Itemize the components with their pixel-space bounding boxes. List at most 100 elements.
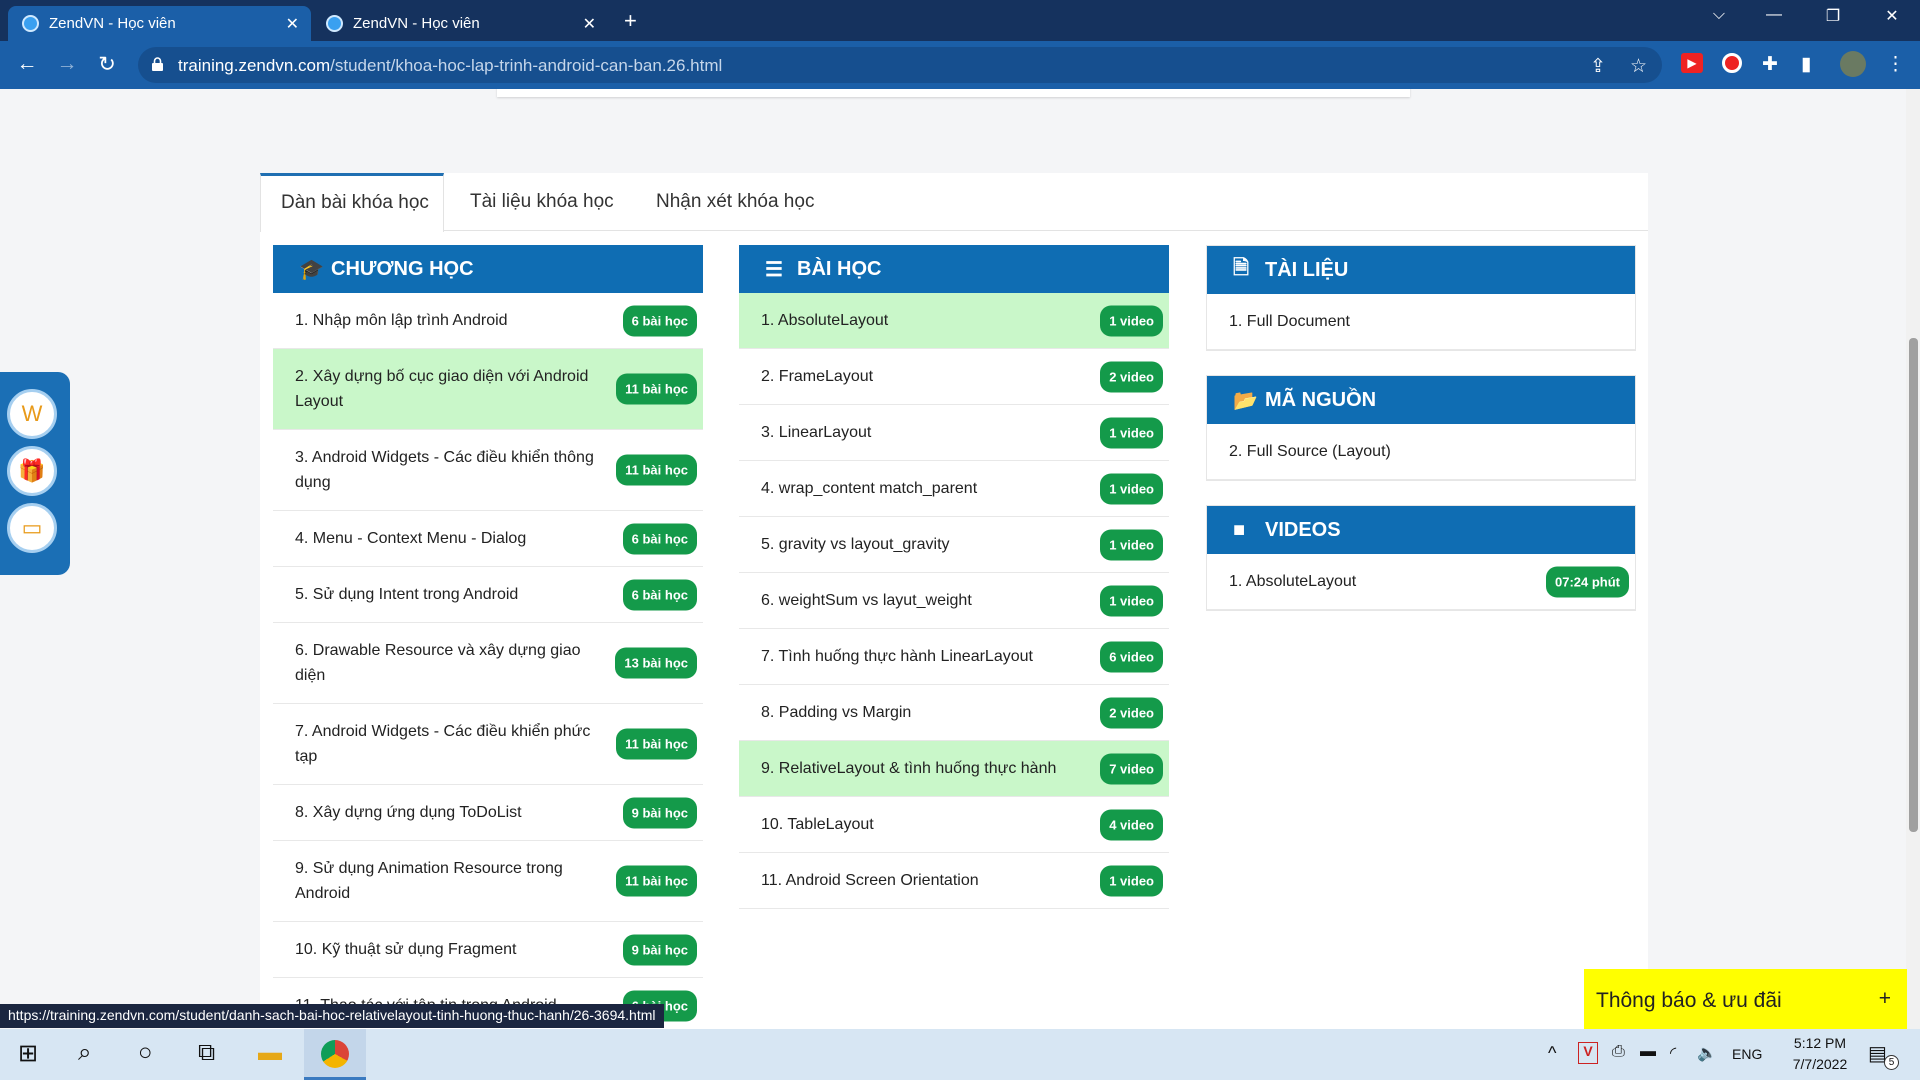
close-tab-icon[interactable]: ✕ <box>583 14 596 34</box>
lesson-item[interactable]: 7. Tình huống thực hành LinearLayout 6 vi… <box>739 629 1169 685</box>
folder-open-icon: 📂 <box>1233 389 1258 412</box>
lesson-label: 5. gravity vs layout_gravity <box>761 536 950 553</box>
lock-icon <box>152 57 163 71</box>
extension-red-icon[interactable]: ▶ <box>1681 53 1703 73</box>
chapter-item[interactable]: 5. Sử dụng Intent trong Android 6 bài học <box>273 567 703 623</box>
lesson-item[interactable]: 2. FrameLayout 2 video <box>739 349 1169 405</box>
meet-icon[interactable]: ⎙ <box>1612 1043 1625 1061</box>
new-tab-icon[interactable]: + <box>624 8 637 34</box>
lesson-item[interactable]: 3. LinearLayout 1 video <box>739 405 1169 461</box>
chapter-item[interactable]: 4. Menu - Context Menu - Dialog 6 bài học <box>273 511 703 567</box>
forward-icon[interactable]: → <box>54 52 80 76</box>
lessons-header: ☰ BÀI HỌC <box>739 245 1169 293</box>
record-extension-icon[interactable] <box>1722 53 1742 73</box>
lesson-item[interactable]: 5. gravity vs layout_gravity 1 video <box>739 517 1169 573</box>
lesson-label: 11. Android Screen Orientation <box>761 872 979 889</box>
cortana-icon[interactable]: ○ <box>138 1039 153 1067</box>
language-indicator[interactable]: ENG <box>1732 1046 1762 1062</box>
lesson-item[interactable]: 4. wrap_content match_parent 1 video <box>739 461 1169 517</box>
share-icon[interactable]: ⇪ <box>1590 55 1606 78</box>
tab-outline[interactable]: Dàn bài khóa học <box>260 173 444 232</box>
browser-tab-1[interactable]: ZendVN - Học viên ✕ <box>8 6 311 41</box>
video-count-badge: 1 video <box>1100 417 1163 448</box>
lesson-count-badge: 9 bài học <box>622 934 697 965</box>
file-explorer-icon[interactable]: ▬ <box>258 1039 282 1067</box>
chapter-label: 3. Android Widgets - Các điều khiển thôn… <box>295 449 594 491</box>
word-doc-icon[interactable]: W <box>7 389 57 439</box>
menu-dots-icon[interactable]: ⋮ <box>1886 53 1905 76</box>
tab-documents[interactable]: Tài liệu khóa học <box>470 173 614 231</box>
source-item[interactable]: 2. Full Source (Layout) <box>1207 424 1635 480</box>
notification-offer-bar[interactable]: Thông báo & ưu đãi + <box>1584 969 1907 1030</box>
profile-avatar[interactable] <box>1840 51 1866 77</box>
expand-plus-icon[interactable]: + <box>1879 987 1891 1011</box>
close-tab-icon[interactable]: ✕ <box>286 14 299 34</box>
wifi-icon[interactable]: ◜ <box>1670 1043 1676 1063</box>
chapter-label: 1. Nhập môn lập trình Android <box>295 312 508 329</box>
lesson-count-badge: 11 bài học <box>616 373 697 405</box>
chapter-item[interactable]: 10. Kỹ thuật sử dụng Fragment 9 bài học <box>273 922 703 978</box>
chapter-item[interactable]: 3. Android Widgets - Các điều khiển thôn… <box>273 430 703 511</box>
video-count-badge: 1 video <box>1100 585 1163 616</box>
volume-icon[interactable]: 🔈 <box>1697 1043 1717 1063</box>
minimize-icon[interactable]: — <box>1754 6 1794 24</box>
chapter-item[interactable]: 7. Android Widgets - Các điều khiển phức… <box>273 704 703 785</box>
browser-tab-2[interactable]: ZendVN - Học viên ✕ <box>312 6 608 41</box>
scrollbar-thumb[interactable] <box>1909 338 1918 832</box>
back-icon[interactable]: ← <box>14 52 40 76</box>
vietkey-icon[interactable]: V <box>1578 1042 1598 1064</box>
lesson-label: 10. TableLayout <box>761 816 874 833</box>
side-panel-icon[interactable]: ▮ <box>1801 53 1811 76</box>
documents-box: 🗎 TÀI LIỆU 1. Full Document <box>1206 245 1636 351</box>
lesson-item[interactable]: 11. Android Screen Orientation 1 video <box>739 853 1169 909</box>
gift-icon[interactable]: 🎁 <box>7 446 57 496</box>
notify-label: Thông báo & ưu đãi <box>1596 989 1782 1012</box>
tray-chevron-icon[interactable]: ^ <box>1548 1043 1556 1064</box>
lesson-count-badge: 6 bài học <box>622 579 697 610</box>
documents-header: 🗎 TÀI LIỆU <box>1207 246 1635 294</box>
videos-title: VIDEOS <box>1265 518 1341 541</box>
chapter-item[interactable]: 2. Xây dựng bố cục giao diện với Android… <box>273 349 703 430</box>
clock-date[interactable]: 7/7/2022 <box>1784 1056 1856 1072</box>
credit-card-icon[interactable]: ▭ <box>7 503 57 553</box>
notification-count: 5 <box>1884 1055 1899 1070</box>
tab-search-icon[interactable]: ⌵ <box>1699 6 1739 24</box>
video-item[interactable]: 1. AbsoluteLayout 07:24 phút <box>1207 554 1635 610</box>
extensions-puzzle-icon[interactable]: ✚ <box>1762 53 1778 76</box>
chapter-item[interactable]: 1. Nhập môn lập trình Android 6 bài học <box>273 293 703 349</box>
chapter-item[interactable]: 9. Sử dụng Animation Resource trong Andr… <box>273 841 703 922</box>
chrome-taskbar-button[interactable] <box>304 1029 366 1080</box>
top-card <box>497 89 1410 97</box>
lesson-item[interactable]: 8. Padding vs Margin 2 video <box>739 685 1169 741</box>
graduation-cap-icon: 🎓 <box>299 258 324 281</box>
battery-icon[interactable]: ▬ <box>1640 1043 1656 1061</box>
clock-time[interactable]: 5:12 PM <box>1784 1035 1856 1051</box>
videos-box: ■ VIDEOS 1. AbsoluteLayout 07:24 phút <box>1206 505 1636 611</box>
chapter-label: 5. Sử dụng Intent trong Android <box>295 586 519 603</box>
chapter-item[interactable]: 6. Drawable Resource và xây dựng giao di… <box>273 623 703 704</box>
windows-start-icon[interactable]: ⊞ <box>18 1039 38 1068</box>
tab-reviews[interactable]: Nhận xét khóa học <box>656 173 814 231</box>
status-url-bar: https://training.zendvn.com/student/danh… <box>0 1004 664 1028</box>
restore-icon[interactable]: ❐ <box>1813 6 1853 26</box>
chapter-item[interactable]: 8. Xây dựng ứng dụng ToDoList 9 bài học <box>273 785 703 841</box>
lesson-item[interactable]: 1. AbsoluteLayout 1 video <box>739 293 1169 349</box>
chapter-list: 1. Nhập môn lập trình Android 6 bài học 2.… <box>273 293 703 1029</box>
lesson-item[interactable]: 10. TableLayout 4 video <box>739 797 1169 853</box>
source-title: MÃ NGUỒN <box>1265 388 1377 411</box>
address-bar[interactable]: training.zendvn.com/student/khoa-hoc-lap… <box>138 47 1662 83</box>
document-item[interactable]: 1. Full Document <box>1207 294 1635 350</box>
close-window-icon[interactable]: ✕ <box>1872 6 1912 26</box>
search-icon[interactable]: ⌕ <box>78 1039 91 1067</box>
lesson-item[interactable]: 9. RelativeLayout & tình huống thực hành… <box>739 741 1169 797</box>
video-camera-icon: ■ <box>1233 518 1246 541</box>
chrome-icon <box>321 1040 349 1068</box>
reload-icon[interactable]: ↻ <box>94 52 120 77</box>
browser-titlebar: ZendVN - Học viên ✕ ZendVN - Học viên ✕ … <box>0 0 1920 41</box>
lesson-item[interactable]: 6. weightSum vs layut_weight 1 video <box>739 573 1169 629</box>
task-view-icon[interactable]: ⧉ <box>198 1039 215 1067</box>
bookmark-star-icon[interactable]: ☆ <box>1630 55 1647 78</box>
lesson-count-badge: 6 bài học <box>622 305 697 336</box>
video-count-badge: 4 video <box>1100 809 1163 840</box>
lesson-label: 6. weightSum vs layut_weight <box>761 592 972 609</box>
